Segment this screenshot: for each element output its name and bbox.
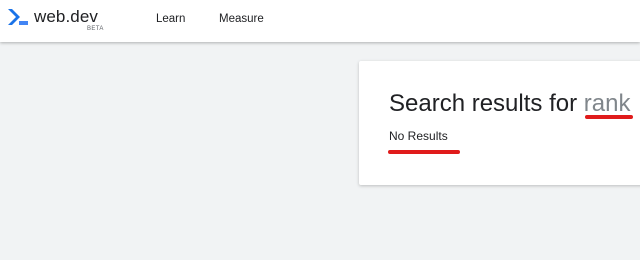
beta-badge: BETA — [87, 26, 104, 32]
site-header: web.dev BETA Learn Measure — [0, 0, 640, 42]
site-brand-name[interactable]: web.dev — [34, 7, 98, 27]
query-highlight-underline — [585, 115, 633, 119]
no-results-text: No Results — [389, 129, 448, 143]
nav-link-measure[interactable]: Measure — [219, 12, 264, 26]
web-dev-logo-icon[interactable] — [7, 7, 29, 27]
search-results-title-prefix: Search results for — [389, 90, 584, 117]
search-results-card: Search results for rank No Results — [359, 61, 640, 185]
no-results-highlight-underline — [388, 150, 460, 154]
search-query-text: rank — [583, 90, 631, 117]
nav-link-learn[interactable]: Learn — [156, 12, 185, 26]
